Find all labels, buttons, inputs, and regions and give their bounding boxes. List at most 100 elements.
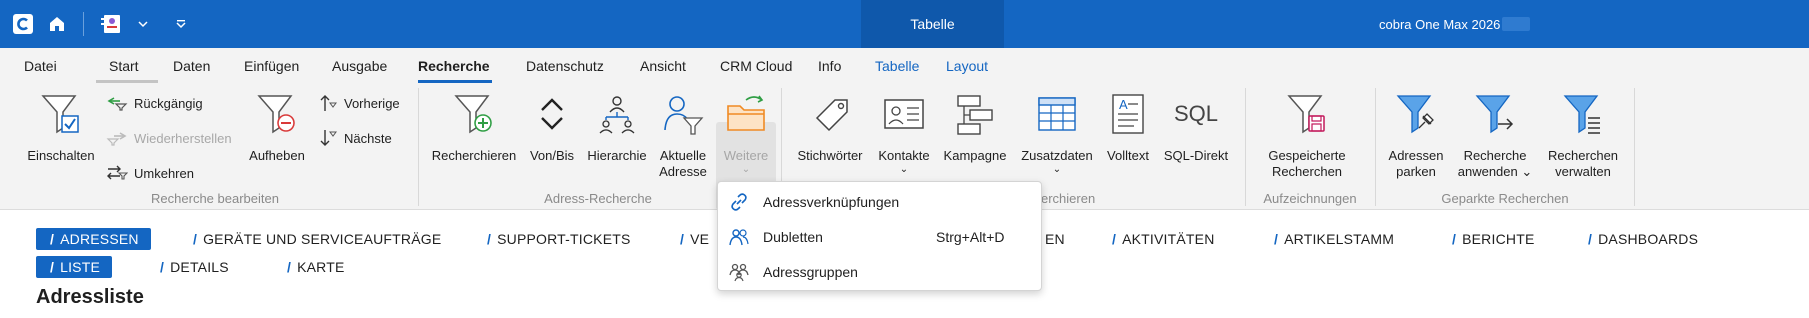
tab-start[interactable]: Start — [109, 48, 139, 84]
weitere-dropdown-menu: Adressverknüpfungen Dubletten Strg+Alt+D… — [717, 181, 1042, 291]
vorherige-button[interactable]: Vorherige — [318, 92, 400, 114]
tab-recherche-indicator — [418, 80, 492, 83]
customize-quick-access-icon[interactable] — [174, 12, 188, 36]
recherchen-verwalten-label-1: Recherchen — [1547, 148, 1619, 163]
nav-slash: / — [1112, 231, 1117, 247]
sql-direkt-label: SQL-Direkt — [1163, 148, 1229, 163]
address-card-icon[interactable] — [100, 12, 124, 36]
range-icon — [526, 88, 578, 140]
aktuelle-adresse-label-1: Aktuelle — [659, 148, 707, 163]
adressen-parken-button[interactable]: Adressen parken — [1384, 88, 1448, 180]
tab-crm-cloud[interactable]: CRM Cloud — [720, 48, 792, 84]
tab-ausgabe[interactable]: Ausgabe — [332, 48, 387, 84]
menu-item-adressverknuepfungen[interactable]: Adressverknüpfungen — [718, 185, 1041, 219]
recherche-anwenden-label-2: anwenden ⌄ — [1454, 164, 1536, 180]
nav-label: VE — [690, 231, 710, 247]
nav-artikelstamm[interactable]: / ARTIKELSTAMM — [1274, 228, 1394, 250]
chevron-down-icon[interactable] — [136, 12, 150, 36]
tab-recherche[interactable]: Recherche — [418, 48, 490, 84]
tab-tabelle[interactable]: Tabelle — [875, 48, 919, 84]
group-label-geparkte-recherchen: Geparkte Recherchen — [1441, 191, 1569, 206]
nav-ve[interactable]: / VE — [680, 228, 709, 250]
app-logo-icon[interactable] — [12, 12, 34, 36]
rueckgaengig-label: Rückgängig — [134, 95, 203, 111]
table-grid-icon — [1016, 88, 1098, 140]
hierarchie-button[interactable]: Hierarchie — [584, 88, 650, 164]
von-bis-button[interactable]: Von/Bis — [526, 88, 578, 164]
nav-label: BERICHTE — [1462, 231, 1535, 247]
sql-direkt-button[interactable]: SQL SQL-Direkt — [1160, 88, 1232, 164]
naechste-label: Nächste — [344, 130, 392, 146]
tab-ansicht[interactable]: Ansicht — [640, 48, 686, 84]
tab-datei[interactable]: Datei — [24, 48, 57, 84]
title-bar: Tabelle cobra One Max 2026 — [0, 0, 1809, 48]
volltext-label: Volltext — [1107, 148, 1149, 163]
nav-aktivitaeten[interactable]: / AKTIVITÄTEN — [1112, 228, 1215, 250]
group-label-aufzeichnungen: Aufzeichnungen — [1263, 191, 1357, 206]
menu-item-label: Dubletten — [763, 229, 823, 245]
recherchen-verwalten-button[interactable]: Recherchen verwalten — [1542, 88, 1624, 180]
nav-dashboards[interactable]: / DASHBOARDS — [1588, 228, 1698, 250]
subnav-details[interactable]: / DETAILS — [160, 256, 229, 278]
rueckgaengig-button[interactable]: Rückgängig — [106, 92, 203, 114]
redacted-text — [1502, 17, 1531, 31]
nav-support-tickets[interactable]: / SUPPORT-TICKETS — [487, 228, 631, 250]
kampagne-button[interactable]: Kampagne — [941, 88, 1009, 164]
nav-label: KARTE — [297, 259, 345, 275]
umkehren-button[interactable]: Umkehren — [106, 162, 194, 184]
nav-en[interactable]: EN — [1045, 228, 1065, 250]
menu-item-adressgruppen[interactable]: Adressgruppen — [718, 255, 1041, 289]
gespeicherte-label-1: Gespeicherte — [1268, 148, 1346, 163]
tab-layout[interactable]: Layout — [946, 48, 988, 84]
context-tab-header: Tabelle — [861, 0, 1004, 48]
chevron-down-icon: ⌄ — [1521, 164, 1533, 179]
wiederherstellen-button[interactable]: Wiederherstellen — [106, 127, 232, 149]
hierarchy-icon — [584, 88, 650, 140]
nav-label: DETAILS — [170, 259, 229, 275]
nav-geraete-serviceauftraege[interactable]: / GERÄTE UND SERVICEAUFTRÄGE — [193, 228, 441, 250]
ribbon-tabs: Datei Start Daten Einfügen Ausgabe Reche… — [0, 48, 1809, 84]
tab-info[interactable]: Info — [818, 48, 841, 84]
menu-item-shortcut: Strg+Alt+D — [936, 229, 1005, 245]
zusatzdaten-button[interactable]: Zusatzdaten ⌄ — [1016, 88, 1098, 176]
arrow-down-icon — [320, 130, 337, 146]
kontakte-button[interactable]: Kontakte ⌄ — [873, 88, 935, 176]
subnav-karte[interactable]: / KARTE — [287, 256, 345, 278]
svg-text:A: A — [1119, 97, 1128, 112]
nav-label: GERÄTE UND SERVICEAUFTRÄGE — [203, 231, 442, 247]
volltext-button[interactable]: A Volltext — [1102, 88, 1154, 164]
gespeicherte-recherchen-button[interactable]: Gespeicherte Recherchen — [1260, 88, 1354, 180]
app-title: cobra One Max 2026 — [1379, 0, 1531, 48]
recherchieren-button[interactable]: Recherchieren — [428, 88, 520, 164]
kontakte-label: Kontakte — [878, 148, 930, 163]
tab-einfuegen[interactable]: Einfügen — [244, 48, 299, 84]
filter-remove-icon — [244, 88, 310, 140]
tab-datenschutz[interactable]: Datenschutz — [526, 48, 604, 84]
link-icon — [731, 193, 747, 211]
nav-label: ARTIKELSTAMM — [1284, 231, 1395, 247]
wiederherstellen-label: Wiederherstellen — [134, 130, 232, 146]
aufheben-button[interactable]: Aufheben — [244, 88, 310, 164]
aktuelle-adresse-button[interactable]: Aktuelle Adresse — [654, 88, 712, 180]
naechste-button[interactable]: Nächste — [318, 127, 392, 149]
undo-filter-icon — [107, 97, 128, 111]
stichwoerter-button[interactable]: Stichwörter — [793, 88, 867, 164]
chevron-down-icon: ⌄ — [741, 164, 751, 175]
recherche-anwenden-button[interactable]: Recherche anwenden ⌄ — [1454, 88, 1536, 180]
einschalten-button[interactable]: Einschalten — [24, 88, 98, 164]
nav-berichte[interactable]: / BERICHTE — [1452, 228, 1534, 250]
menu-item-label: Adressverknüpfungen — [763, 194, 900, 210]
nav-slash: / — [193, 231, 198, 247]
weitere-button[interactable]: Weitere ⌄ — [716, 88, 776, 176]
nav-adressen[interactable]: / ADRESSEN — [36, 228, 151, 250]
nav-slash: / — [50, 231, 55, 247]
filter-apply-icon — [1454, 88, 1536, 140]
redo-filter-icon — [106, 132, 127, 146]
weitere-label: Weitere — [723, 148, 769, 163]
subnav-liste[interactable]: / LISTE — [36, 256, 112, 278]
group-separator — [1245, 88, 1246, 206]
tab-daten[interactable]: Daten — [173, 48, 210, 84]
umkehren-label: Umkehren — [134, 165, 194, 181]
menu-item-dubletten[interactable]: Dubletten Strg+Alt+D — [718, 220, 1041, 254]
home-icon[interactable] — [46, 12, 68, 36]
